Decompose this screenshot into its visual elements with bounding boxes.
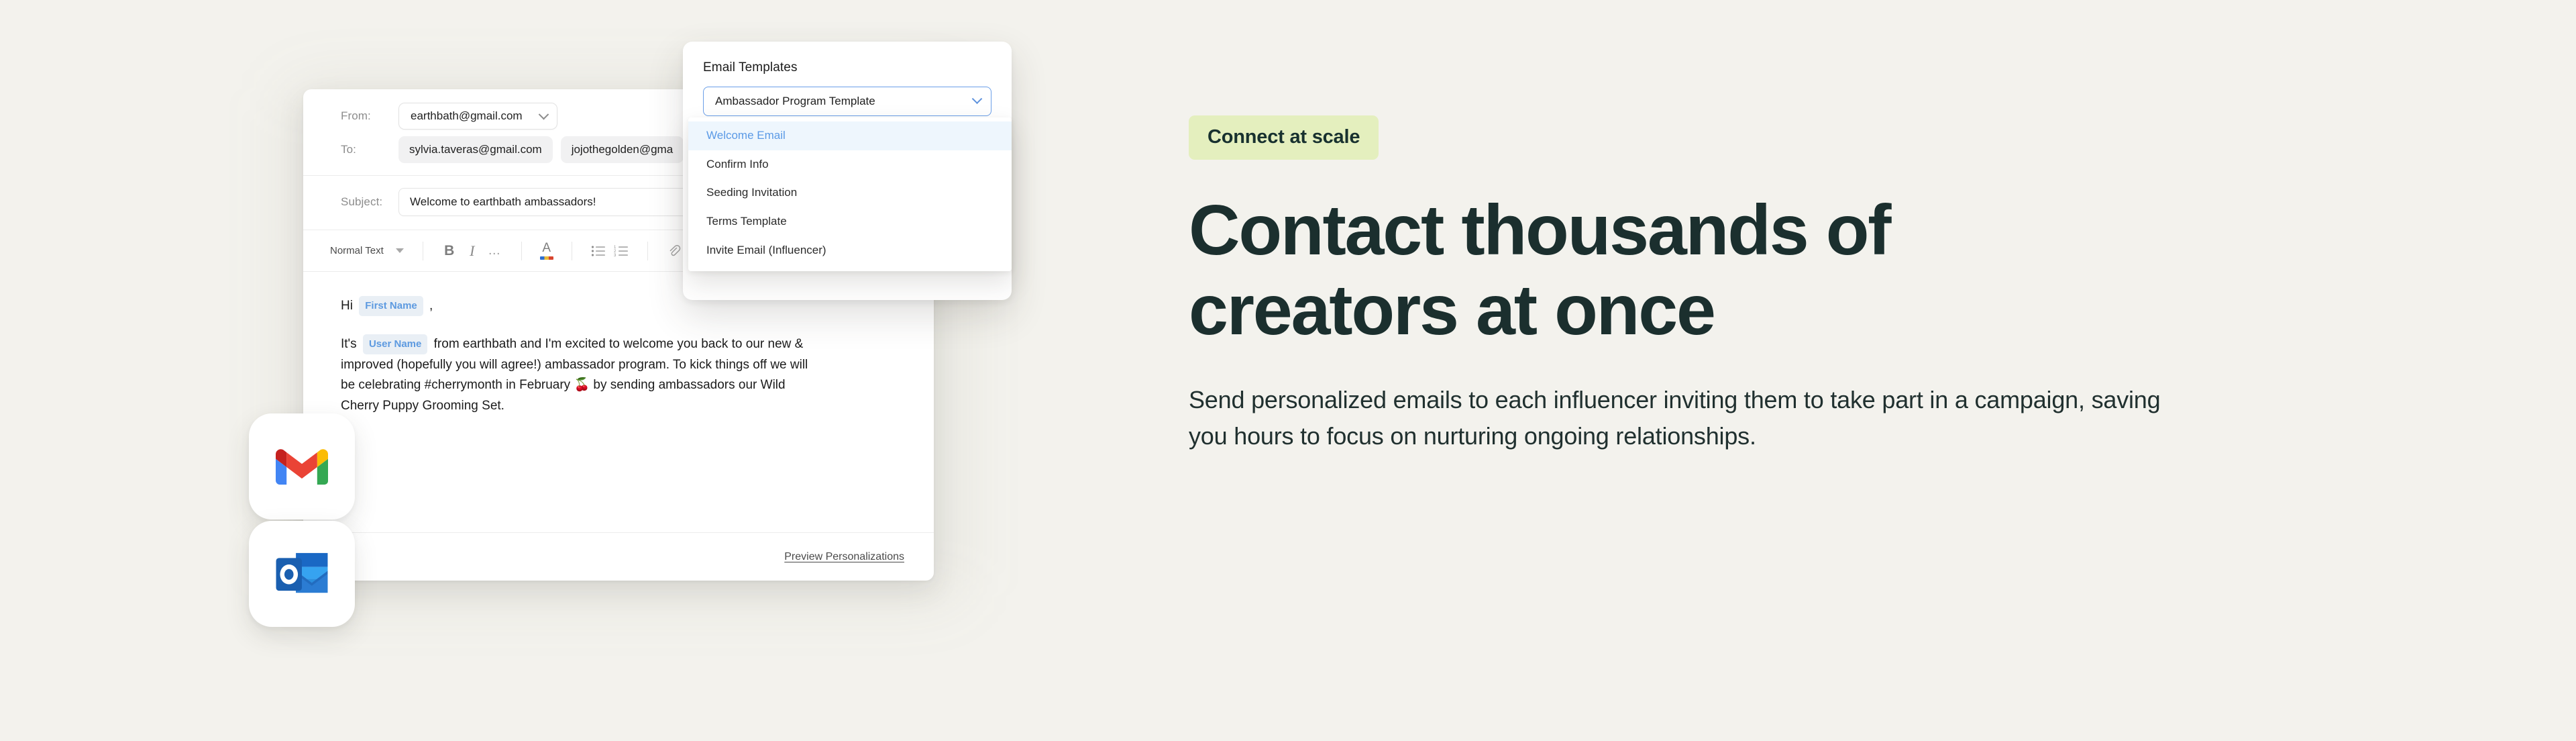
recipient-chip[interactable]: jojothegolden@gma [560,136,684,163]
email-paragraph: It's User Name from earthbath and I'm ex… [341,334,824,417]
italic-button[interactable]: I [461,240,484,262]
preview-personalizations-link[interactable]: Preview Personalizations [784,551,904,563]
template-select[interactable]: Ambassador Program Template [703,87,991,116]
outlook-app-tile[interactable] [249,521,355,627]
attachment-button[interactable] [663,240,686,262]
email-composer-visual: From: earthbath@gmail.com To: sylvia.tav… [0,0,1140,741]
subject-label: Subject: [341,195,383,208]
gmail-app-tile[interactable] [249,413,355,520]
template-option-welcome-email[interactable]: Welcome Email [688,121,1012,150]
template-option-invite-email-influencer[interactable]: Invite Email (Influencer) [688,236,1012,265]
merge-tag-user-name[interactable]: User Name [362,334,428,355]
from-label: From: [341,109,371,122]
template-option-seeding-invitation[interactable]: Seeding Invitation [688,179,1012,207]
numbered-list-button[interactable]: 1 2 3 [610,240,633,262]
svg-text:3: 3 [614,254,616,257]
color-swatch-icon [539,256,553,260]
marketing-copy: Connect at scale Contact thousands of cr… [1189,115,2235,454]
gmail-icon [275,449,328,485]
page-root: From: earthbath@gmail.com To: sylvia.tav… [0,0,2576,741]
templates-panel-title: Email Templates [703,60,798,75]
chevron-down-icon [395,248,404,253]
bulleted-list-button[interactable] [587,240,610,262]
from-address-select[interactable]: earthbath@gmail.com [398,103,557,130]
template-option-confirm-info[interactable]: Confirm Info [688,150,1012,179]
text-style-dropdown[interactable]: Normal Text [330,245,408,256]
eyebrow-badge: Connect at scale [1189,115,1379,160]
text-style-label: Normal Text [330,245,384,256]
bold-button[interactable]: B [438,240,461,262]
more-formatting-button[interactable]: … [484,240,506,262]
template-option-terms-template[interactable]: Terms Template [688,207,1012,236]
outlook-icon [276,552,328,593]
template-select-value: Ambassador Program Template [715,95,875,107]
greeting-prefix: Hi [341,299,353,313]
greeting-suffix: , [429,299,433,313]
page-title: Contact thousands of creators at once [1189,191,1892,350]
chevron-down-icon [971,93,983,104]
chevron-down-icon [538,109,549,119]
text-color-glyph: A [542,241,551,255]
toolbar-divider [521,241,522,260]
composer-footer: Preview Personalizations [303,532,934,581]
template-dropdown-menu: Welcome Email Confirm Info Seeding Invit… [688,117,1012,272]
subject-input[interactable]: Welcome to earthbath ambassadors! [398,188,702,216]
from-address-value: earthbath@gmail.com [411,109,523,122]
page-subcopy: Send personalized emails to each influen… [1189,386,2161,450]
text-color-button[interactable]: A [537,242,557,260]
recipient-chip-list: sylvia.taveras@gmail.com jojothegolden@g… [398,136,684,163]
merge-tag-first-name[interactable]: First Name [359,296,423,317]
paragraph-prefix: It's [341,336,357,351]
recipient-chip[interactable]: sylvia.taveras@gmail.com [398,136,553,163]
to-label: To: [341,143,356,156]
toolbar-divider [647,241,648,260]
